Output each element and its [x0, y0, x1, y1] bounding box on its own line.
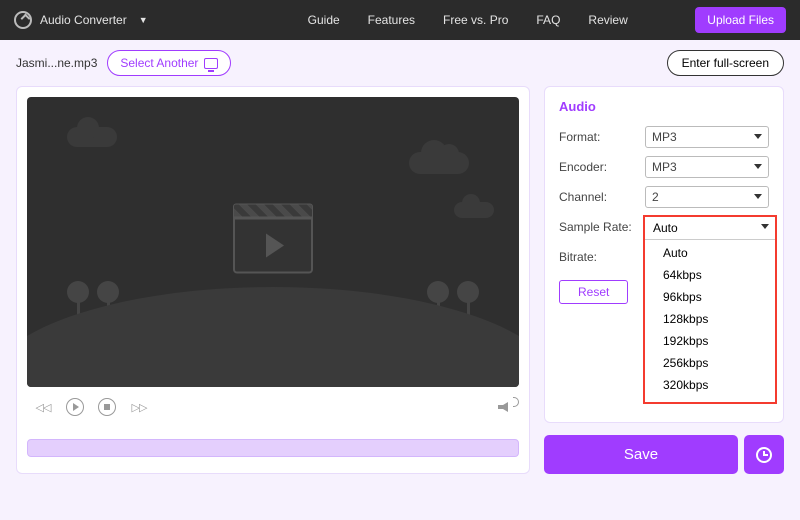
skip-forward-button[interactable]: ▷▷ — [129, 397, 149, 417]
progress-slider[interactable] — [27, 439, 519, 457]
save-row: Save — [544, 435, 784, 474]
stop-button[interactable] — [97, 397, 117, 417]
nav-features[interactable]: Features — [368, 13, 415, 27]
bitrate-dropdown-list: Auto 64kbps 96kbps 128kbps 192kbps 256kb… — [645, 240, 775, 402]
play-button[interactable] — [65, 397, 85, 417]
subbar: Jasmi...ne.mp3 Select Another Enter full… — [0, 40, 800, 86]
channel-label: Channel: — [559, 190, 645, 204]
app-title-wrap[interactable]: Audio Converter ▼ — [14, 11, 148, 29]
upload-files-button[interactable]: Upload Files — [695, 7, 786, 33]
cloud-icon — [409, 152, 469, 174]
save-history-button[interactable] — [744, 435, 784, 474]
save-button[interactable]: Save — [544, 435, 738, 474]
cloud-icon — [454, 202, 494, 218]
bitrate-option[interactable]: 128kbps — [645, 308, 775, 330]
panel-title: Audio — [559, 99, 769, 114]
bitrate-option[interactable]: 96kbps — [645, 286, 775, 308]
bitrate-label: Bitrate: — [559, 250, 645, 264]
select-another-button[interactable]: Select Another — [107, 50, 231, 76]
bitrate-dropdown-open: Auto Auto 64kbps 96kbps 128kbps 192kbps … — [643, 215, 777, 404]
logo-icon — [14, 11, 32, 29]
caret-down-icon: ▼ — [139, 15, 148, 25]
channel-select[interactable]: 2 — [645, 186, 769, 208]
nav-guide[interactable]: Guide — [308, 13, 340, 27]
player-controls: ◁◁ ▷▷ — [27, 387, 519, 421]
current-filename: Jasmi...ne.mp3 — [16, 56, 97, 70]
clock-icon — [756, 447, 772, 463]
encoder-label: Encoder: — [559, 160, 645, 174]
clapperboard-icon — [233, 204, 313, 274]
cloud-icon — [67, 127, 117, 147]
preview-card: ◁◁ ▷▷ — [16, 86, 530, 474]
topbar: Audio Converter ▼ Guide Features Free vs… — [0, 0, 800, 40]
bitrate-option[interactable]: 64kbps — [645, 264, 775, 286]
bitrate-option[interactable]: Auto — [645, 242, 775, 264]
bitrate-option[interactable]: 192kbps — [645, 330, 775, 352]
format-select[interactable]: MP3 — [645, 126, 769, 148]
monitor-icon — [204, 58, 218, 69]
bitrate-option[interactable]: 256kbps — [645, 352, 775, 374]
enter-fullscreen-button[interactable]: Enter full-screen — [667, 50, 784, 76]
nav: Guide Features Free vs. Pro FAQ Review — [308, 13, 628, 27]
media-preview — [27, 97, 519, 387]
skip-back-button[interactable]: ◁◁ — [33, 397, 53, 417]
audio-settings-panel: Audio Format:MP3 Encoder:MP3 Channel:2 S… — [544, 86, 784, 423]
encoder-select[interactable]: MP3 — [645, 156, 769, 178]
volume-button[interactable] — [493, 397, 513, 417]
reset-button[interactable]: Reset — [559, 280, 628, 304]
nav-free-vs-pro[interactable]: Free vs. Pro — [443, 13, 508, 27]
app-title: Audio Converter — [40, 13, 127, 27]
bitrate-dropdown-selected[interactable]: Auto — [645, 217, 775, 240]
nav-review[interactable]: Review — [588, 13, 627, 27]
sample-rate-label: Sample Rate: — [559, 220, 645, 234]
select-another-label: Select Another — [120, 56, 198, 70]
play-icon — [266, 234, 284, 258]
bitrate-option[interactable]: 320kbps — [645, 374, 775, 396]
nav-faq[interactable]: FAQ — [536, 13, 560, 27]
format-label: Format: — [559, 130, 645, 144]
